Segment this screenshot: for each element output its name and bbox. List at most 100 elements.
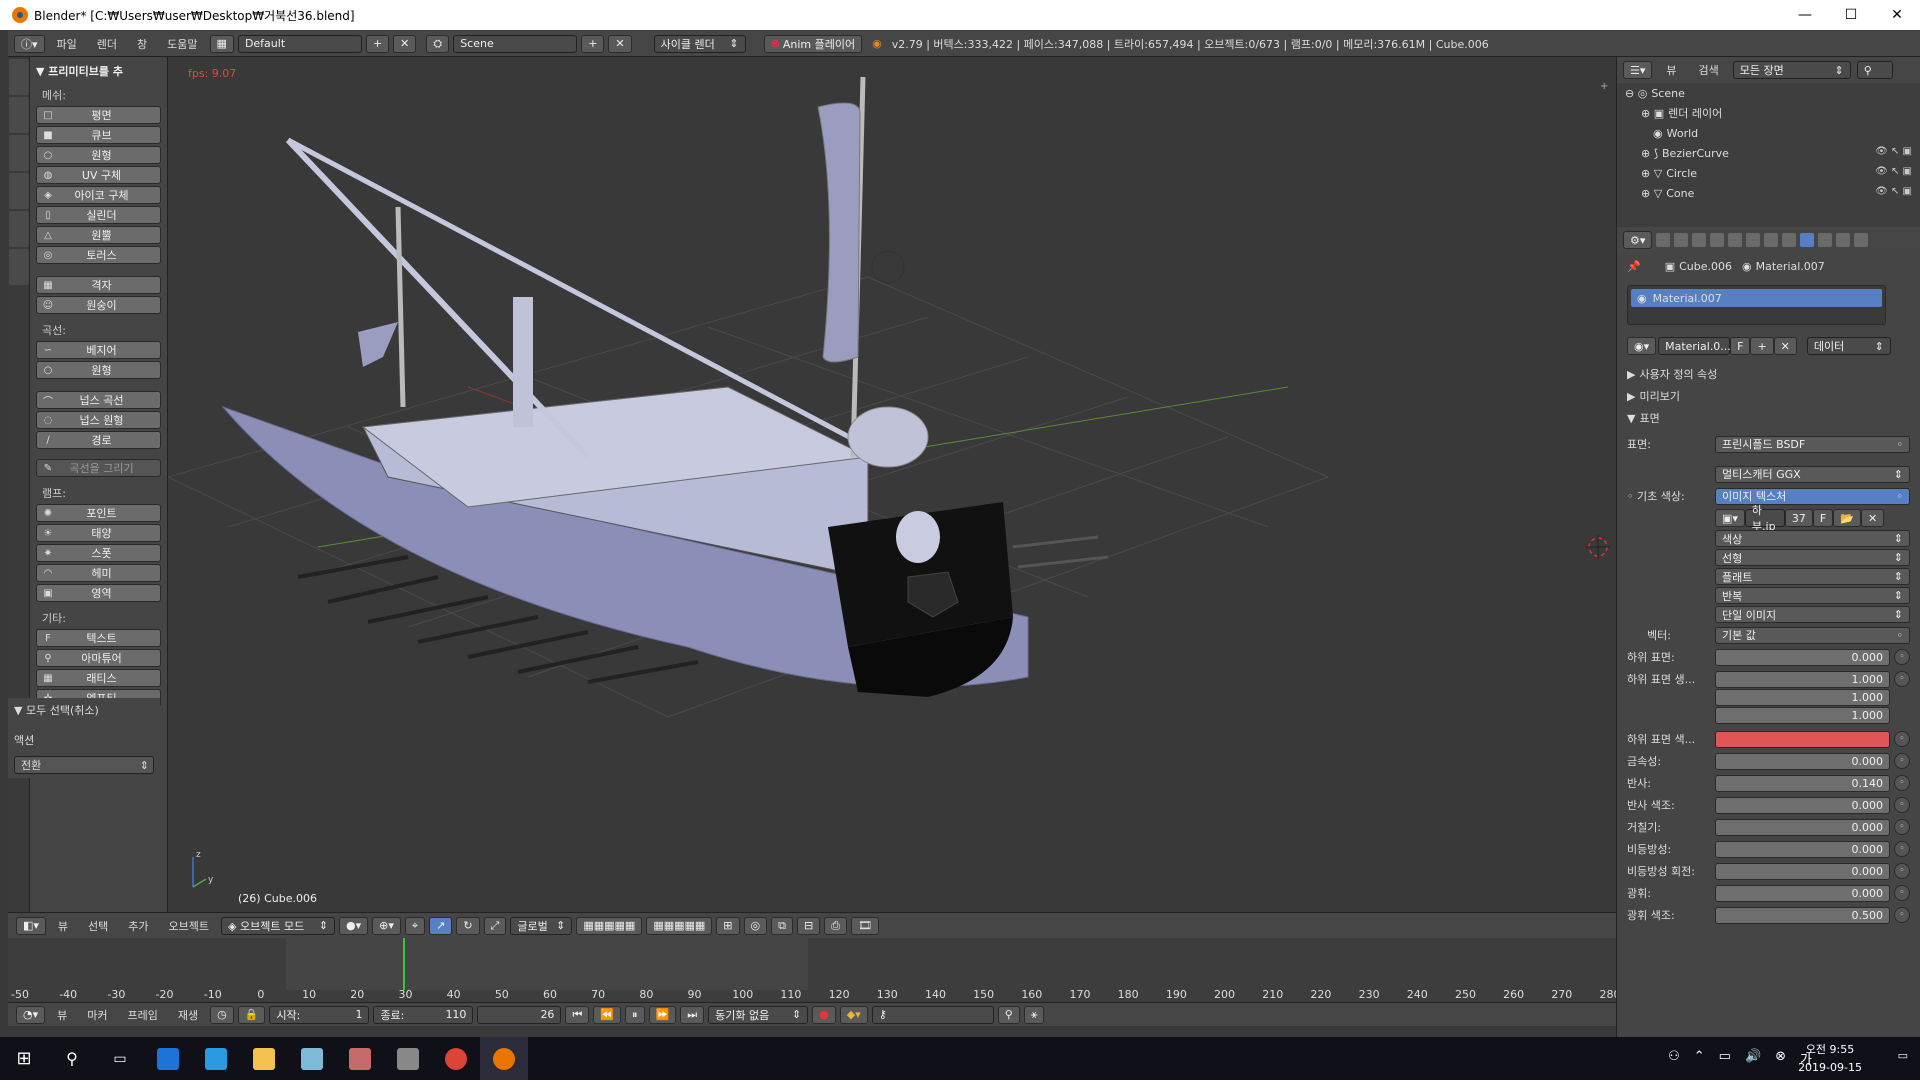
image-browse-button[interactable]: ▣▾ <box>1715 509 1745 527</box>
socket-icon[interactable]: ◦ <box>1894 907 1910 923</box>
particles-tab-icon[interactable] <box>1836 233 1851 247</box>
anisotropic-rotation-field[interactable]: 0.000 <box>1715 862 1890 880</box>
material-name-field[interactable]: Material.0... <box>1658 337 1731 355</box>
socket-icon[interactable]: ◦ <box>1894 753 1910 769</box>
lock-icon[interactable]: 🔒 <box>237 1005 266 1024</box>
fake-user-button[interactable]: F <box>1730 337 1751 355</box>
chrome-icon[interactable] <box>432 1037 480 1080</box>
socket-icon[interactable]: ◦ <box>1894 841 1910 857</box>
current-frame-marker[interactable] <box>403 938 405 990</box>
surface-shader-select[interactable]: 프린시플드 BSDF ◦ <box>1715 435 1910 453</box>
sync-mode-select[interactable]: 동기화 없음 ⇕ <box>708 1005 809 1024</box>
world-tab-icon[interactable] <box>1710 233 1725 247</box>
translate-manipulator[interactable]: ↗ <box>429 916 453 935</box>
roughness-field[interactable]: 0.000 <box>1715 818 1890 836</box>
task-view-icon[interactable]: ▭ <box>96 1037 144 1080</box>
sheen-tint-field[interactable]: 0.500 <box>1715 906 1890 924</box>
section-surface[interactable]: ▼ 표면 <box>1617 407 1920 429</box>
system-tray[interactable]: ⚇ ⌃ ▭ 🔊 ⊗ 가 <box>1668 1049 1812 1068</box>
3d-viewport[interactable]: z y + fps: 9.07 (26) Cube.006 <box>168 57 1616 912</box>
image-fake-user-button[interactable]: F <box>1812 509 1834 527</box>
object-tab-icon[interactable] <box>1728 233 1743 247</box>
extension-select[interactable]: 반복 ⇕ <box>1715 587 1910 604</box>
menu-help[interactable]: 도움말 <box>159 36 205 52</box>
layers-widget-2[interactable]: ▦▦▦▦▦ <box>646 916 713 935</box>
insert-keyframe-icon[interactable]: ⚲ <box>997 1005 1020 1024</box>
action-select[interactable]: 전환 ⇕ <box>14 756 154 774</box>
add-area-lamp-button[interactable]: ▣ 영역 <box>36 584 161 602</box>
outliner-item-world[interactable]: ◉ World <box>1617 123 1920 143</box>
add-nurbs-circle-button[interactable]: ◌ 넙스 원형 <box>36 411 161 429</box>
menu-view[interactable]: 뷰 <box>50 918 76 934</box>
notepad-icon[interactable] <box>288 1037 336 1080</box>
editor-type-properties-button[interactable]: ⚙▾ <box>1623 231 1653 249</box>
visibility-toggles[interactable]: 👁 ↖ ▣ <box>1875 146 1912 157</box>
socket-icon[interactable]: ◦ <box>1894 797 1910 813</box>
editor-type-3dview-button[interactable]: ◧▾ <box>16 916 46 935</box>
scene-field[interactable]: Scene <box>453 34 578 53</box>
outliner-item-circle[interactable]: ⊕ ▽ Circle 👁 ↖ ▣ <box>1617 163 1920 183</box>
image-users-count[interactable]: 37 <box>1784 509 1813 527</box>
tab-tools[interactable] <box>9 59 29 95</box>
subsurface-field[interactable]: 0.000 <box>1715 648 1890 666</box>
tab-create[interactable] <box>9 97 29 133</box>
volume-icon[interactable]: 🔊 <box>1745 1049 1761 1068</box>
render-preview-icon[interactable]: ⎙ <box>824 916 848 935</box>
blender-taskbar-icon[interactable] <box>480 1037 528 1080</box>
interaction-mode-select[interactable]: ◈ 오브젝트 모드 ⇕ <box>221 916 336 935</box>
add-bezier-circle-button[interactable]: ○ 원형 <box>36 361 161 379</box>
unlink-material-button[interactable]: ✕ <box>1773 337 1797 355</box>
end-frame-field[interactable]: 종료: 110 <box>373 1005 474 1024</box>
menu-view-timeline[interactable]: 뷰 <box>49 1007 75 1023</box>
add-plane-button[interactable]: □ 평면 <box>36 106 161 124</box>
specular-field[interactable]: 0.140 <box>1715 774 1890 792</box>
material-slot-item[interactable]: ◉ Material.007 <box>1631 289 1882 307</box>
taskbar-clock[interactable]: 오전 9:55 2019-09-15 <box>1798 1041 1862 1077</box>
maximize-button[interactable]: ☐ <box>1828 0 1874 30</box>
editor-type-timeline-button[interactable]: ◔▾ <box>16 1005 46 1024</box>
material-browse-button[interactable]: ◉▾ <box>1627 337 1657 355</box>
screen-layout-field[interactable]: Default <box>237 34 362 53</box>
distribution-select[interactable]: 멀티스캐터 GGX ⇕ <box>1715 465 1910 483</box>
socket-icon[interactable]: ◦ <box>1894 671 1910 687</box>
add-cone-button[interactable]: △ 원뿔 <box>36 226 161 244</box>
app-icon[interactable] <box>336 1037 384 1080</box>
modifiers-tab-icon[interactable] <box>1764 233 1779 247</box>
add-lattice-button[interactable]: ▦ 래티스 <box>36 669 161 687</box>
record-button[interactable]: ● <box>812 1005 836 1024</box>
visibility-toggles[interactable]: 👁 ↖ ▣ <box>1875 166 1912 177</box>
jump-start-button[interactable]: ⏮ <box>565 1005 590 1024</box>
add-cylinder-button[interactable]: ▯ 실린더 <box>36 206 161 224</box>
remove-screen-button[interactable]: ✕ <box>393 34 417 53</box>
sheen-field[interactable]: 0.000 <box>1715 884 1890 902</box>
new-material-button[interactable]: + <box>1750 337 1774 355</box>
subsurface-radius-y[interactable]: 1.000 <box>1715 688 1890 706</box>
add-point-lamp-button[interactable]: ✺ 포인트 <box>36 504 161 522</box>
outliner-search-menu[interactable]: 검색 <box>1691 62 1727 78</box>
render-engine-select[interactable]: 사이클 렌더 ⇕ <box>653 34 746 53</box>
render-layer-tab-icon[interactable] <box>1674 233 1689 247</box>
texture-tab-icon[interactable] <box>1818 233 1833 247</box>
section-custom-properties[interactable]: ▶ 사용자 정의 속성 <box>1617 363 1920 385</box>
socket-icon[interactable]: ◦ <box>1894 885 1910 901</box>
transform-orientation-select[interactable]: 글로벌 ⇕ <box>510 916 573 935</box>
add-ico-sphere-button[interactable]: ◈ 아이코 구체 <box>36 186 161 204</box>
add-armature-button[interactable]: ⚲ 아마튜어 <box>36 649 161 667</box>
source-select[interactable]: 단일 이미지 ⇕ <box>1715 606 1910 623</box>
constraints-tab-icon[interactable] <box>1746 233 1761 247</box>
menu-window[interactable]: 창 <box>129 36 155 52</box>
outliner-item-scene[interactable]: ⊖ ◎ Scene <box>1617 83 1920 103</box>
menu-add[interactable]: 추가 <box>120 918 156 934</box>
jump-keyframe-forward-button[interactable]: ⏩ <box>648 1005 677 1024</box>
snap-toggle-icon[interactable]: ⧉ <box>771 916 793 935</box>
unlink-image-button[interactable]: ✕ <box>1860 509 1885 527</box>
socket-icon[interactable]: ◦ <box>1894 731 1910 747</box>
current-frame-field[interactable]: 26 <box>477 1005 562 1024</box>
tab-relations[interactable] <box>9 135 29 171</box>
socket-icon[interactable]: ◦ <box>1894 775 1910 791</box>
lamp-object-icon[interactable] <box>871 250 905 284</box>
add-cube-button[interactable]: ■ 큐브 <box>36 126 161 144</box>
outliner-display-mode[interactable]: 모든 장면 ⇕ <box>1732 61 1851 79</box>
section-preview[interactable]: ▶ 미리보기 <box>1617 385 1920 407</box>
pin-icon[interactable]: 📌 <box>1627 260 1641 273</box>
